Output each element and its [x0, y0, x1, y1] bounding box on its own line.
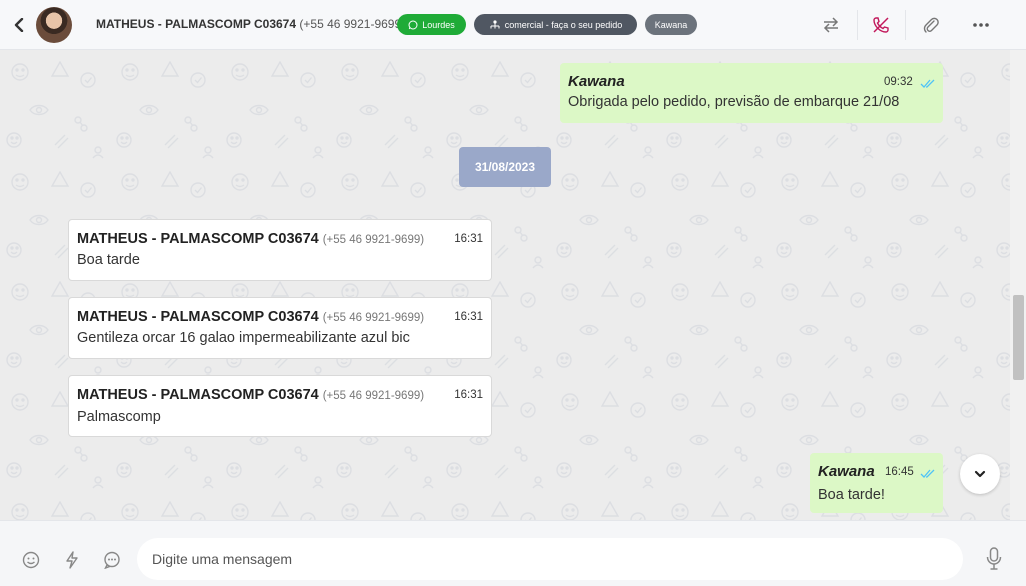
- sender-phone: (+55 46 9921-9699): [322, 234, 425, 246]
- chat-bubble-icon[interactable]: [101, 549, 123, 571]
- user-tag[interactable]: Kawana: [645, 14, 697, 35]
- whatsapp-agent-label: Lourdes: [422, 19, 455, 30]
- contact-name: MATHEUS - PALMASCOMP C03674: [96, 17, 297, 31]
- date-separator: 31/08/2023: [459, 147, 551, 187]
- sender-phone: (+55 46 9921-9699): [322, 390, 425, 402]
- message-incoming[interactable]: MATHEUS - PALMASCOMP C03674 (+55 46 9921-…: [68, 375, 492, 437]
- scrollbar[interactable]: [1010, 50, 1026, 520]
- header-divider: [857, 10, 858, 40]
- message-time: 09:32: [884, 76, 913, 88]
- read-ticks-icon: [920, 79, 935, 88]
- sender-phone: (+55 46 9921-9699): [322, 312, 425, 324]
- phone-off-icon[interactable]: [869, 13, 893, 37]
- chevron-down-icon: [974, 470, 986, 478]
- message-sender: Kawana: [568, 73, 625, 90]
- message-time: 16:31: [454, 233, 483, 245]
- org-chart-icon: [490, 19, 500, 28]
- message-sender: Kawana: [818, 463, 875, 480]
- message-text: Gentileza orcar 16 galao impermeabilizan…: [77, 330, 410, 346]
- message-text: Boa tarde!: [818, 487, 885, 503]
- paperclip-icon[interactable]: [919, 13, 943, 37]
- emoji-icon[interactable]: [20, 549, 42, 571]
- contact-phone: (+55 46 9921-9699): [299, 17, 406, 31]
- contact-title[interactable]: MATHEUS - PALMASCOMP C03674 (+55 46 9921…: [96, 17, 405, 31]
- header-divider: [905, 10, 906, 40]
- sender-name: MATHEUS - PALMASCOMP C03674: [77, 387, 319, 403]
- contact-avatar[interactable]: [36, 7, 72, 43]
- user-label: Kawana: [654, 19, 688, 30]
- message-sender: MATHEUS - PALMASCOMP C03674 (+55 46 9921-…: [77, 231, 424, 247]
- microphone-icon[interactable]: [983, 546, 1005, 572]
- message-incoming[interactable]: MATHEUS - PALMASCOMP C03674 (+55 46 9921-…: [68, 297, 492, 359]
- message-outgoing[interactable]: Kawana 09:32 Obrigada pelo pedido, previ…: [560, 63, 943, 123]
- scroll-down-button[interactable]: [960, 454, 1000, 494]
- sender-name: MATHEUS - PALMASCOMP C03674: [77, 309, 319, 325]
- whatsapp-agent-tag[interactable]: Lourdes: [397, 14, 466, 35]
- message-text: Obrigada pelo pedido, previsão de embarq…: [568, 94, 900, 110]
- whatsapp-icon: [408, 20, 418, 29]
- message-time: 16:31: [454, 311, 483, 323]
- message-outgoing[interactable]: Kawana 16:45 Boa tarde!: [810, 453, 943, 513]
- scrollbar-thumb[interactable]: [1013, 295, 1024, 380]
- chat-header: MATHEUS - PALMASCOMP C03674 (+55 46 9921…: [0, 0, 1026, 50]
- message-time: 16:31: [454, 389, 483, 401]
- back-chevron-icon[interactable]: [12, 15, 26, 35]
- lightning-icon[interactable]: [61, 549, 83, 571]
- message-text: Palmascomp: [77, 409, 161, 425]
- message-input[interactable]: [137, 538, 963, 580]
- chat-area[interactable]: Kawana 09:32 Obrigada pelo pedido, previ…: [0, 50, 1026, 520]
- sender-name: MATHEUS - PALMASCOMP C03674: [77, 231, 319, 247]
- composer-bar: [0, 520, 1026, 586]
- transfer-icon[interactable]: [819, 13, 843, 37]
- read-ticks-icon: [920, 469, 935, 478]
- message-sender: MATHEUS - PALMASCOMP C03674 (+55 46 9921-…: [77, 309, 424, 325]
- message-time: 16:45: [885, 466, 914, 478]
- more-horizontal-icon[interactable]: [969, 13, 993, 37]
- message-sender: MATHEUS - PALMASCOMP C03674 (+55 46 9921-…: [77, 387, 424, 403]
- message-incoming[interactable]: MATHEUS - PALMASCOMP C03674 (+55 46 9921-…: [68, 219, 492, 281]
- department-tag[interactable]: comercial - faça o seu pedido: [474, 14, 637, 35]
- department-label: comercial - faça o seu pedido: [504, 19, 623, 30]
- message-text: Boa tarde: [77, 252, 140, 268]
